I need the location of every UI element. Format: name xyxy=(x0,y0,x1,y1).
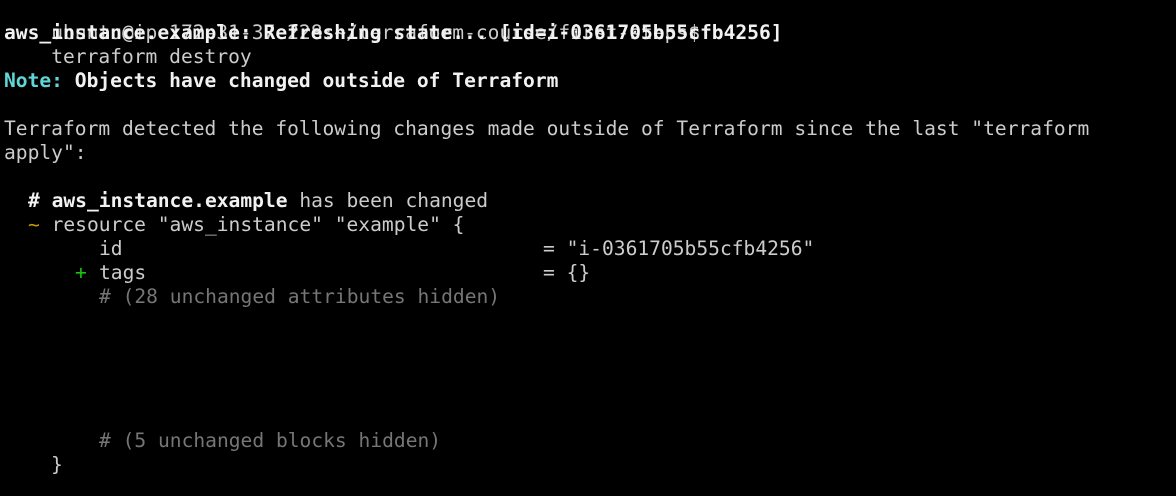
attribute-tags-value: = {} xyxy=(543,261,591,284)
changed-suffix: has been changed xyxy=(299,189,489,212)
note-label: Note: xyxy=(4,69,63,92)
detected-line-1: Terraform detected the following changes… xyxy=(4,117,1090,140)
typed-command: terraform destroy xyxy=(51,45,252,68)
attribute-id-key: id xyxy=(99,237,123,260)
resource-block-open: ~ resource "aws_instance" "example" { xyxy=(28,213,464,237)
note-line: Note: Objects have changed outside of Te… xyxy=(4,69,558,93)
terminal-window[interactable]: ubuntu@ip-172-31-37-228:~/terraform-cour… xyxy=(0,0,1176,496)
command-line: ubuntu@ip-172-31-37-228:~/terraform-cour… xyxy=(4,0,700,68)
refreshing-state-line: aws_instance.example: Refreshing state..… xyxy=(4,21,783,44)
changed-resource-name: aws_instance.example xyxy=(51,189,288,212)
resource-changed-heading: # aws_instance.example has been changed xyxy=(28,189,488,213)
resource-block-close: } xyxy=(51,453,63,476)
add-marker-icon: + xyxy=(75,261,87,284)
attribute-id-value: = "i-0361705b55cfb4256" xyxy=(543,237,815,260)
update-marker-icon: ~ xyxy=(28,213,40,236)
note-text: Objects have changed outside of Terrafor… xyxy=(62,69,559,92)
hidden-blocks-comment: # (5 unchanged blocks hidden) xyxy=(99,429,442,452)
hidden-attributes-comment: # (28 unchanged attributes hidden) xyxy=(99,285,501,308)
resource-declaration: resource "aws_instance" "example" { xyxy=(51,213,465,236)
attribute-tags-key: tags xyxy=(99,261,147,284)
detected-line-2: apply": xyxy=(4,141,87,164)
comment-hash: # xyxy=(28,189,40,212)
